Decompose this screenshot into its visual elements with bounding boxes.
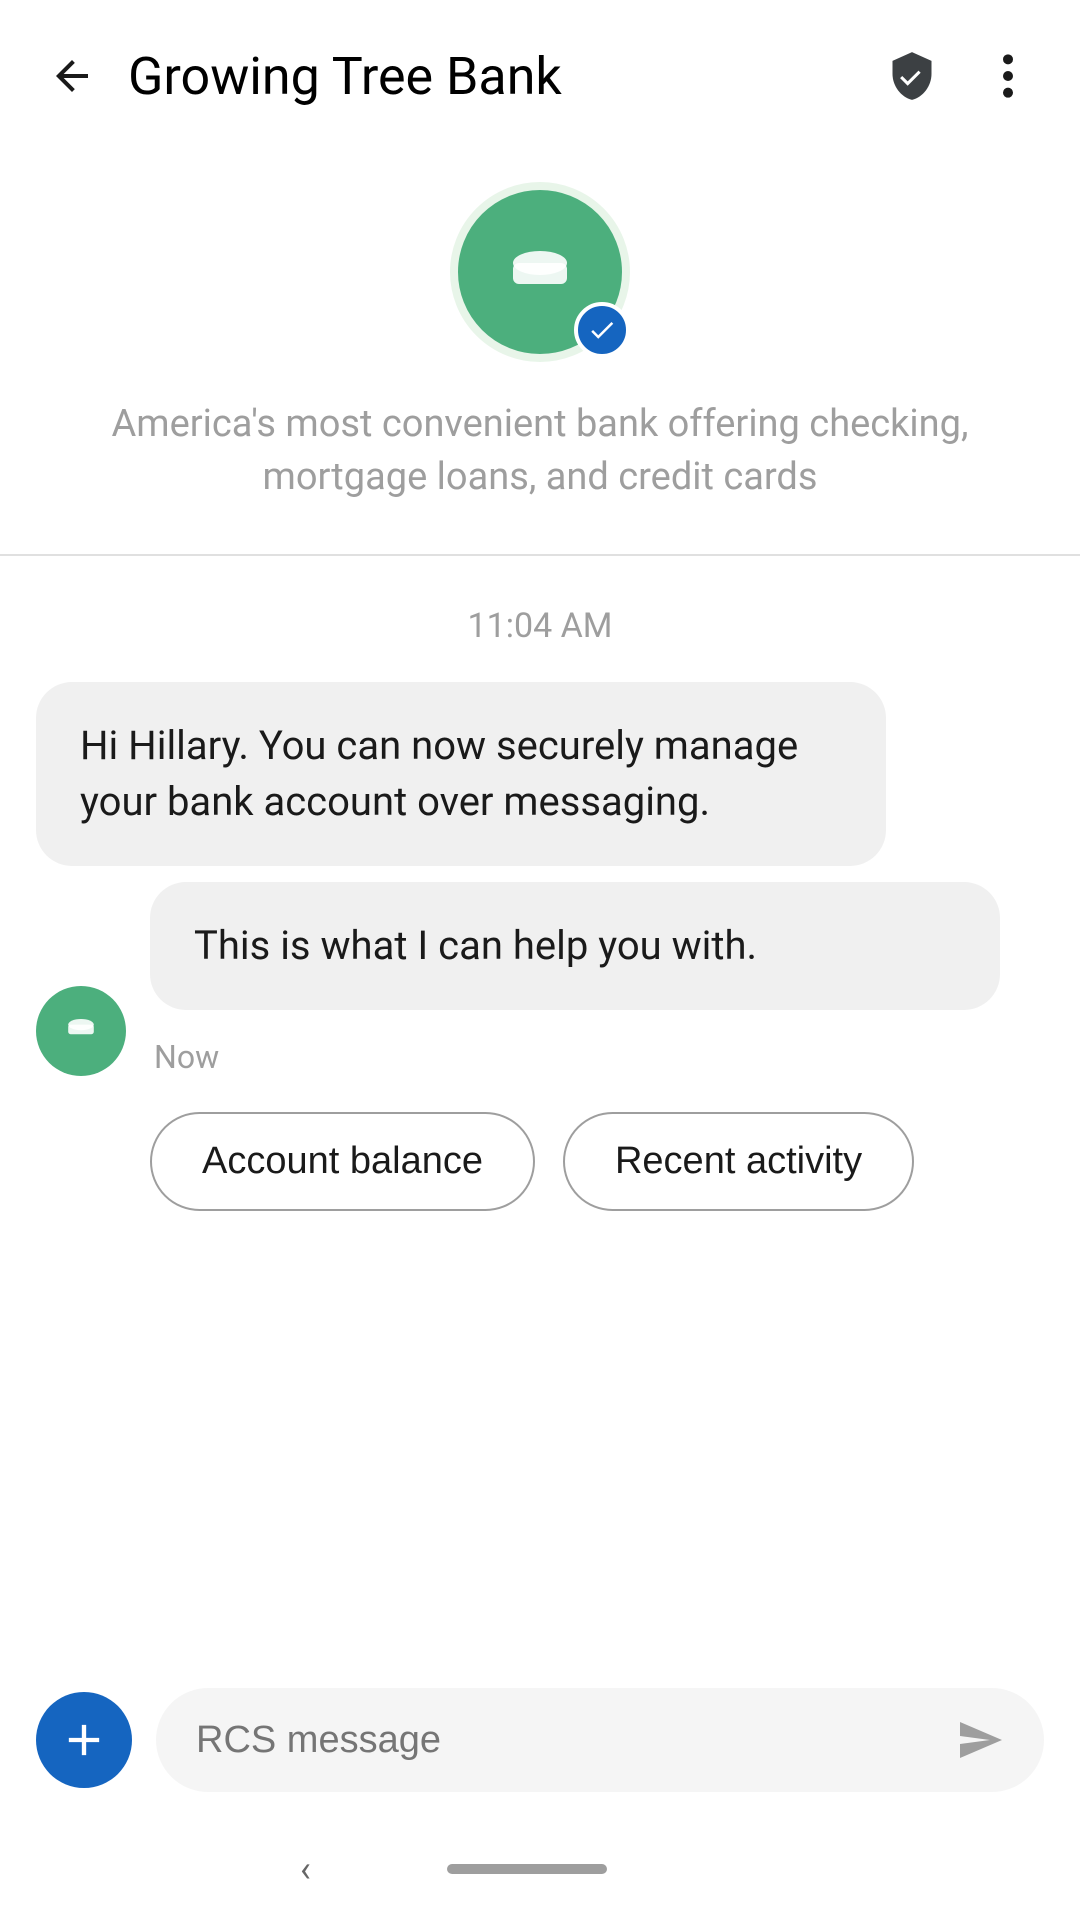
chat-area: 11:04 AM Hi Hillary. You can now securel… — [0, 556, 1080, 1660]
message-text-2: This is what I can help you with. — [194, 922, 757, 969]
message-bot-row-2: This is what I can help you with. Now — [36, 882, 1044, 1076]
input-area — [0, 1660, 1080, 1832]
message-text-1: Hi Hillary. You can now securely manage … — [80, 722, 798, 825]
header: Growing Tree Bank — [0, 0, 1080, 142]
profile-section: America's most convenient bank offering … — [0, 142, 1080, 554]
message-status: Now — [154, 1038, 1044, 1076]
add-icon — [58, 1714, 110, 1766]
navigation-bar: ‹ — [0, 1832, 1080, 1920]
send-icon — [956, 1716, 1004, 1764]
add-button[interactable] — [36, 1692, 132, 1788]
shield-check-icon — [886, 50, 938, 102]
send-button[interactable] — [956, 1716, 1004, 1764]
profile-avatar-wrapper — [450, 182, 630, 362]
bot-avatar-icon — [57, 1007, 105, 1055]
message-input[interactable] — [196, 1719, 956, 1762]
more-options-button[interactable] — [972, 40, 1044, 112]
back-arrow-icon — [48, 52, 96, 100]
messages-stack: This is what I can help you with. Now — [150, 882, 1044, 1076]
verified-check-icon — [587, 315, 617, 345]
message-bubble-2: This is what I can help you with. — [150, 882, 1000, 1010]
message-input-wrapper — [156, 1688, 1044, 1792]
header-actions — [876, 40, 1044, 112]
messages-container: Hi Hillary. You can now securely manage … — [36, 682, 1044, 1076]
message-timestamp: 11:04 AM — [36, 606, 1044, 646]
back-button[interactable] — [36, 40, 108, 112]
verified-badge — [574, 302, 630, 358]
bank-logo-icon — [495, 227, 585, 317]
nav-back-button[interactable]: ‹ — [300, 1848, 311, 1890]
profile-description: America's most convenient bank offering … — [60, 398, 1020, 504]
more-vertical-icon — [1003, 50, 1013, 102]
page-title: Growing Tree Bank — [128, 46, 876, 107]
message-bubble-1-wrapper: Hi Hillary. You can now securely manage … — [36, 682, 1044, 866]
message-bubble-1: Hi Hillary. You can now securely manage … — [36, 682, 886, 866]
home-indicator[interactable] — [447, 1864, 607, 1874]
shield-button[interactable] — [876, 40, 948, 112]
bot-avatar — [36, 986, 126, 1076]
account-balance-button[interactable]: Account balance — [150, 1112, 535, 1211]
quick-replies: Account balance Recent activity — [36, 1112, 1044, 1211]
recent-activity-button[interactable]: Recent activity — [563, 1112, 914, 1211]
